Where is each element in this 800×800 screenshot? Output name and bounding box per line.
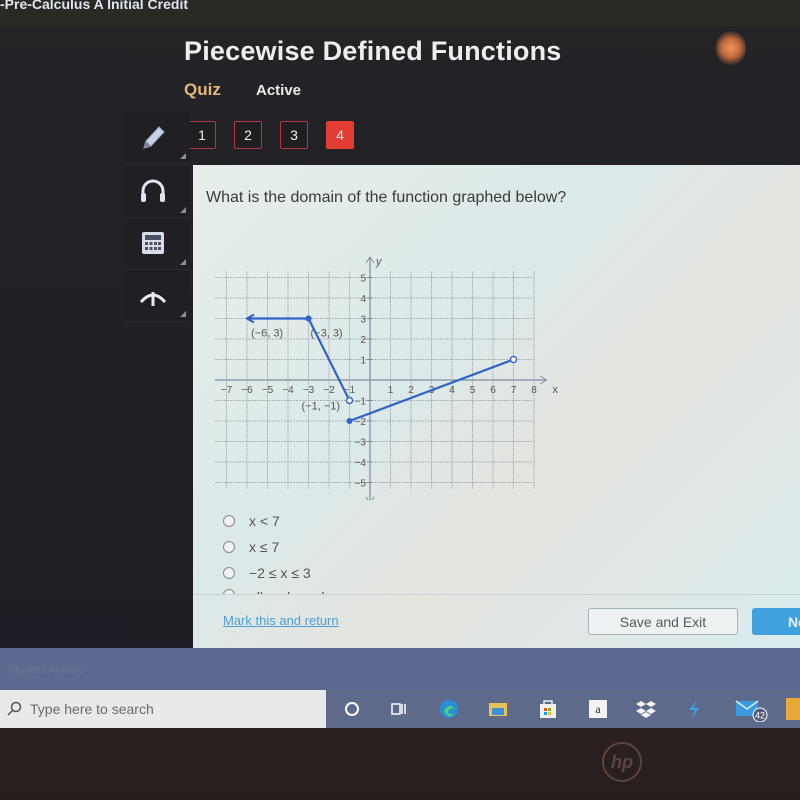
y-tick-label: −3 [355, 438, 367, 449]
taskbar-search-box[interactable]: Type here to search [0, 690, 326, 728]
file-explorer-icon[interactable] [486, 698, 510, 720]
app-icon[interactable] [682, 698, 706, 720]
divider [193, 594, 800, 595]
title-bar: -Pre-Calculus A Initial Credit [0, 0, 800, 26]
closed-endpoint [305, 315, 312, 322]
y-axis-label: y [375, 256, 383, 268]
answer-choice-3[interactable]: −2 ≤ x ≤ 3 [223, 565, 311, 581]
reflection-glare [716, 30, 746, 66]
calculator-icon [142, 232, 164, 254]
y-tick-label: 3 [360, 315, 366, 326]
edge-icon[interactable] [437, 698, 461, 720]
mail-badge-count: 42 [755, 711, 765, 721]
answer-choice-2[interactable]: x ≤ 7 [223, 539, 279, 555]
collapse-tool-button[interactable] [124, 270, 190, 322]
y-tick-label: 5 [360, 274, 366, 285]
calculator-tool-button[interactable] [124, 218, 190, 270]
search-placeholder: Type here to search [30, 701, 154, 717]
x-tick-label: 2 [408, 385, 414, 396]
question-nav-2[interactable]: 2 [234, 121, 262, 149]
expand-corner-icon [180, 311, 186, 317]
question-nav-4[interactable]: 4 [326, 121, 354, 149]
cortana-icon[interactable] [340, 698, 364, 720]
function-graph: xy−8−7−6−5−4−3−2−11234567854321−1−2−3−4−… [215, 256, 558, 500]
activity-type-label: Quiz [184, 80, 221, 99]
open-endpoint [345, 396, 354, 405]
expand-corner-icon [180, 207, 186, 213]
hp-logo: hp [602, 742, 642, 782]
y-tick-label: 2 [360, 335, 366, 346]
x-tick-label: −3 [303, 385, 315, 396]
question-nav-3[interactable]: 3 [280, 121, 308, 149]
x-tick-label: 6 [490, 385, 496, 396]
y-tick-label: −5 [355, 479, 367, 490]
choice-label: −2 ≤ x ≤ 3 [249, 565, 311, 581]
open-endpoint [509, 355, 518, 364]
audio-tool-button[interactable] [124, 166, 190, 218]
task-view-icon[interactable] [386, 698, 410, 720]
page-footer: Student Activity [0, 648, 800, 690]
x-tick-label: −7 [221, 385, 233, 396]
mark-and-return-link[interactable]: Mark this and return [223, 613, 339, 628]
x-axis-label: x [552, 384, 558, 396]
point-label: (−6, 3) [251, 328, 283, 340]
closed-endpoint [346, 418, 353, 424]
x-tick-label: 5 [470, 385, 476, 396]
headphones-icon [141, 179, 165, 202]
answer-choice-1[interactable]: x < 7 [223, 513, 280, 529]
choice-label: x ≤ 7 [249, 539, 280, 555]
app-icon[interactable] [786, 698, 800, 720]
pencil-tool-button[interactable] [124, 112, 190, 164]
page-title: Piecewise Defined Functions [184, 36, 562, 66]
pencil-icon [143, 126, 165, 149]
radio-button[interactable] [223, 541, 235, 553]
amazon-icon[interactable]: a [586, 698, 610, 720]
y-tick-label: −1 [355, 397, 367, 408]
question-panel: What is the domain of the function graph… [193, 165, 800, 648]
save-and-exit-button[interactable]: Save and Exit [588, 608, 738, 635]
laptop-bezel: hp [0, 728, 800, 800]
point-label: (−1, −1) [302, 401, 341, 413]
screen: -Pre-Calculus A Initial Credit Piecewise… [0, 0, 800, 800]
course-title: -Pre-Calculus A Initial Credit [0, 0, 188, 12]
choice-label: x < 7 [249, 513, 280, 529]
question-text: What is the domain of the function graph… [206, 189, 567, 206]
footer-label: Student Activity [8, 664, 84, 676]
taskbar: Type here to search a 42 [0, 690, 800, 728]
radio-button[interactable] [223, 515, 235, 527]
x-tick-label: 7 [511, 385, 517, 396]
x-tick-label: −2 [323, 385, 335, 396]
x-tick-label: 4 [449, 385, 455, 396]
x-tick-label: 8 [531, 385, 537, 396]
mail-icon[interactable]: 42 [734, 698, 768, 722]
radio-button[interactable] [223, 567, 235, 579]
x-tick-label: −4 [282, 385, 294, 396]
store-icon[interactable] [536, 698, 560, 720]
dropbox-icon[interactable] [634, 698, 658, 720]
expand-corner-icon [180, 153, 186, 159]
tool-sidebar [124, 112, 192, 322]
y-tick-label: −4 [355, 458, 367, 469]
expand-corner-icon [180, 259, 186, 265]
y-tick-label: 4 [360, 294, 366, 305]
x-tick-label: 1 [388, 385, 394, 396]
point-label: (−3, 3) [311, 328, 343, 340]
y-tick-label: 1 [360, 356, 366, 367]
svg-text:a: a [595, 702, 601, 716]
search-icon [7, 701, 22, 716]
x-tick-label: −6 [241, 385, 253, 396]
collapse-arrow-icon [139, 292, 167, 306]
activity-status-label: Active [256, 82, 302, 99]
x-tick-label: −5 [262, 385, 274, 396]
next-button[interactable]: Next [752, 608, 800, 635]
question-nav-1[interactable]: 1 [188, 121, 216, 149]
